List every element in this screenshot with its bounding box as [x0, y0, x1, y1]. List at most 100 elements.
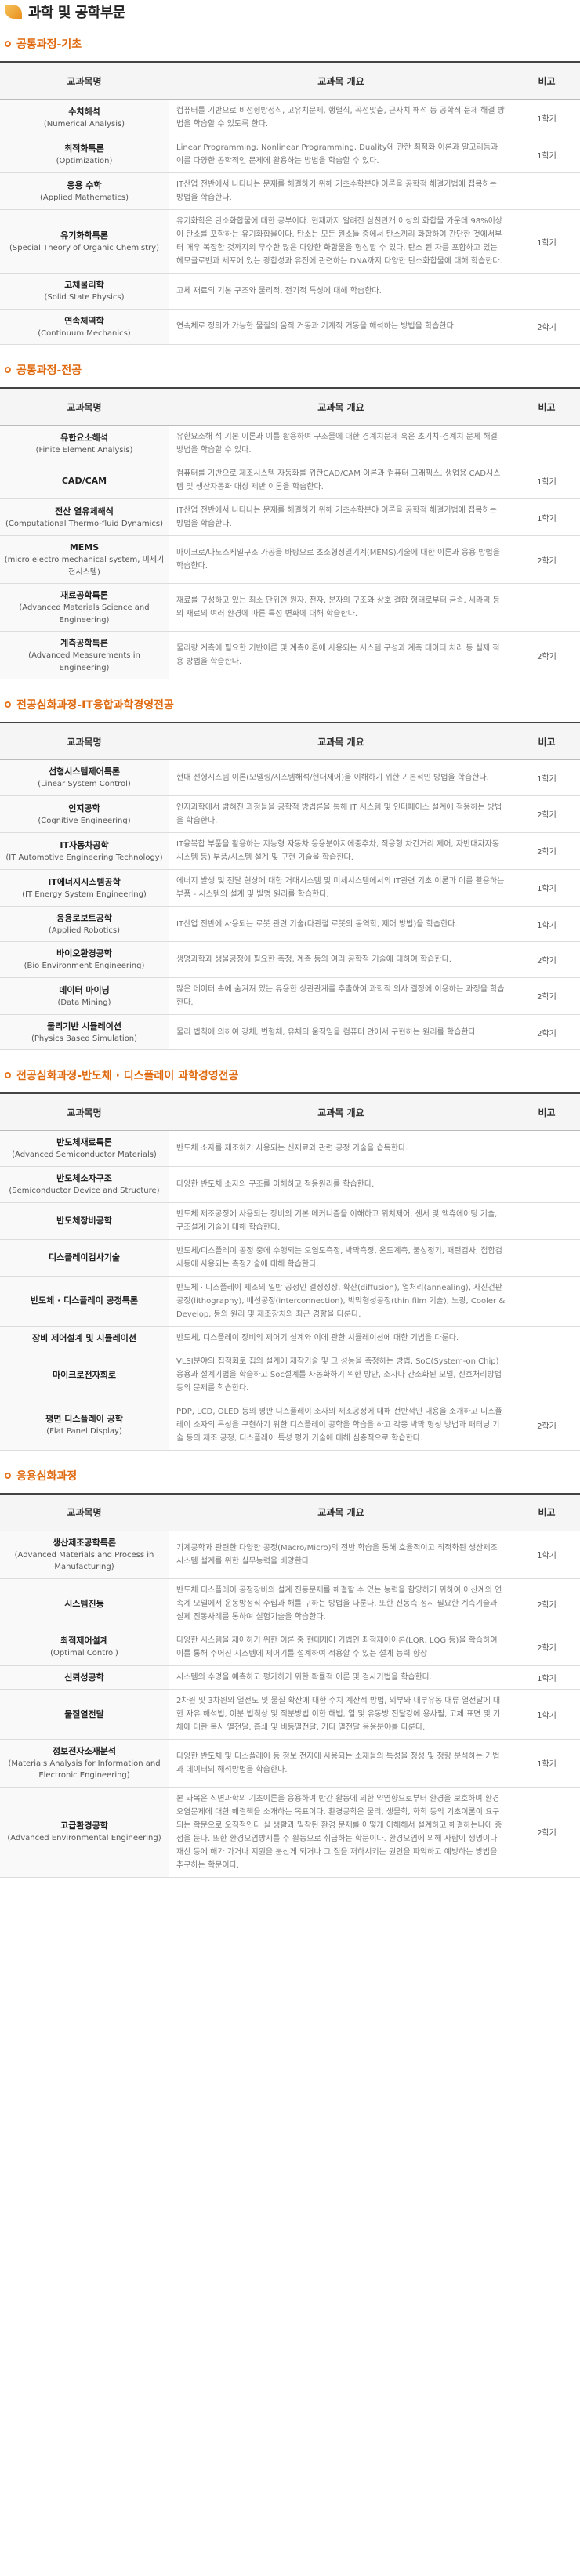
course-description: 인지과학에서 밝혀진 과정들을 공학적 방법론을 통해 IT 시스템 및 인터페…	[169, 795, 513, 833]
course-description: 반도체, 디스플레이 장비의 제어기 설계와 이에 관한 시뮬레이션에 대한 기…	[169, 1326, 513, 1350]
course-name: 유한요소해석	[60, 432, 108, 443]
table-row: 생산제조공학특론 (Advanced Materials and Process …	[0, 1531, 580, 1579]
table-row: MEMS (micro electro mechanical system, 미세…	[0, 535, 580, 585]
course-name-cell: 반도체재료특론 (Advanced Semiconductor Materials…	[0, 1130, 169, 1167]
course-english-name: (Advanced Environmental Engineering)	[7, 1834, 161, 1843]
section-header: 응용심화과정	[5, 1466, 580, 1485]
course-name-cell: 반도체장비공학	[0, 1202, 169, 1240]
course-english-name: (Solid State Physics)	[44, 293, 125, 303]
section-header: 전공심화과정-반도체 · 디스플레이 과학경영전공	[5, 1066, 580, 1085]
course-semester: 2학기	[513, 631, 580, 680]
page: 과학 및 공학부문 공통과정-기초 교과목명 교과목 개요 비고 수치해석 (Numeri…	[0, 0, 580, 1901]
course-sections: 공통과정-기초 교과목명 교과목 개요 비고 수치해석 (Numerical Analys…	[0, 34, 580, 1878]
course-english-name: (Applied Robotics)	[48, 926, 121, 935]
table-header-row: 교과목명 교과목 개요 비고	[0, 1493, 580, 1531]
course-semester	[513, 1326, 580, 1350]
course-description: 많은 데이터 속에 숨겨져 있는 유용한 상관관계를 추출하여 과학적 의사 결…	[169, 977, 513, 1015]
course-semester	[513, 273, 580, 310]
course-english-name: (Special Theory of Organic Chemistry)	[9, 243, 159, 252]
course-english-name: (micro electro mechanical system, 미세기전시스…	[4, 556, 165, 577]
course-name-cell: 연속체역학 (Continuum Mechanics)	[0, 309, 169, 346]
course-name-cell: 수치해석 (Numerical Analysis)	[0, 99, 169, 136]
course-name: 반도체소자구조	[56, 1172, 112, 1183]
table-row: 신뢰성공학 시스템의 수명을 예측하고 평가하기 위한 확률적 이론 및 검사기법…	[0, 1665, 580, 1690]
column-header-subject: 교과목명	[0, 388, 169, 426]
course-semester: 2학기	[513, 1400, 580, 1451]
course-name: 신뢰성공학	[64, 1672, 104, 1683]
table-row: 반도체재료특론 (Advanced Semiconductor Materials…	[0, 1130, 580, 1167]
section-title: 공통과정-기초	[16, 38, 82, 51]
course-english-name: (Physics Based Simulation)	[31, 1034, 138, 1043]
table-header-row: 교과목명 교과목 개요 비고	[0, 723, 580, 761]
column-header-overview: 교과목 개요	[169, 723, 513, 761]
course-english-name: (Finite Element Analysis)	[35, 445, 133, 455]
course-english-name: (IT Energy System Engineering)	[22, 889, 147, 899]
course-description: 생명과학과 생물공정에 필요한 측정, 계측 등의 여러 공학적 기술에 대하여…	[169, 941, 513, 978]
course-semester: 2학기	[513, 1014, 580, 1051]
table-row: 물리기반 시뮬레이션 (Physics Based Simulation) 물리 법…	[0, 1014, 580, 1051]
course-english-name: (Advanced Semiconductor Materials)	[12, 1150, 157, 1160]
course-description: 다양한 시스템을 제어하기 위한 이론 중 현대제어 기법인 최적제어이론(LQ…	[169, 1629, 513, 1666]
course-name: 선형시스템제어특론	[48, 766, 121, 777]
course-english-name: (Optimal Control)	[50, 1649, 118, 1658]
course-table: 교과목명 교과목 개요 비고 수치해석 (Numerical Analysis) 컴퓨터를…	[0, 61, 580, 346]
course-name-cell: 응용 수학 (Applied Mathematics)	[0, 172, 169, 210]
course-description: 다양한 반도체 소자의 구조를 이해하고 적용원리를 학습한다.	[169, 1166, 513, 1203]
course-description: 반도체 제조공정에 사용되는 장비의 기본 메커니즘을 이해하고 위치제어, 센…	[169, 1202, 513, 1240]
course-name: 평면 디스플레이 공학	[45, 1413, 123, 1424]
column-header-subject: 교과목명	[0, 723, 169, 761]
column-header-note: 비고	[513, 1093, 580, 1132]
table-row: IT에너지시스템공학 (IT Energy System Engineering)…	[0, 869, 580, 907]
page-header: 과학 및 공학부문	[0, 0, 580, 24]
table-row: 반도체소자구조 (Semiconductor Device and Structu…	[0, 1166, 580, 1203]
course-name-cell: 전산 열유체해석 (Computational Thermo-fluid Dyna…	[0, 498, 169, 537]
course-semester: 2학기	[513, 977, 580, 1015]
course-name-cell: 유기화학특론 (Special Theory of Organic Chemist…	[0, 209, 169, 274]
column-header-overview: 교과목 개요	[169, 62, 513, 100]
course-name-cell: 최적화특론 (Optimization)	[0, 136, 169, 173]
column-header-note: 비고	[513, 1493, 580, 1531]
table-row: 수치해석 (Numerical Analysis) 컴퓨터를 기반으로 비선형방정식…	[0, 99, 580, 136]
course-description: 반도체 디스플레이 공정장비의 설계 진동문제를 해결할 수 있는 능력을 함양…	[169, 1578, 513, 1629]
course-description: 고체 재료의 기본 구조와 물리적, 전기적 특성에 대해 학습한다.	[169, 273, 513, 310]
course-description: 연속체로 정의가 가능한 물질의 움직 거동과 기계적 거동을 해석하는 방법을…	[169, 309, 513, 346]
circle-bullet-icon	[5, 1472, 11, 1479]
table-row: 반도체 · 디스플레이 공정특론 반도체 · 디스플레이 제조의 일반 공정인 결…	[0, 1276, 580, 1327]
section-title: 전공심화과정-반도체 · 디스플레이 과학경영전공	[16, 1070, 239, 1083]
table-row: 정보전자소재분석 (Materials Analysis for Informat…	[0, 1739, 580, 1788]
table-row: 유한요소해석 (Finite Element Analysis) 유한요소해 석 기…	[0, 425, 580, 463]
table-row: 고체물리학 (Solid State Physics) 고체 재료의 기본 구조와 …	[0, 273, 580, 310]
course-description: IT산업 전반에서 나타나는 문제를 해결하기 위해 기초수학분야 이론을 공학…	[169, 498, 513, 537]
course-semester: 1학기	[513, 209, 580, 274]
course-name: 마이크로전자회로	[53, 1369, 116, 1380]
section-header: 공통과정-기초	[5, 34, 580, 53]
course-description: 반도체 · 디스플레이 제조의 일반 공정인 결정성장, 확산(diffusio…	[169, 1276, 513, 1327]
course-english-name: (Semiconductor Device and Structure)	[9, 1187, 160, 1196]
course-english-name: (Numerical Analysis)	[43, 119, 125, 129]
course-english-name: (Cognitive Engineering)	[38, 816, 131, 825]
course-name: 물질열전달	[64, 1708, 104, 1719]
table-row: IT자동차공학 (IT Automotive Engineering Techno…	[0, 832, 580, 870]
course-description: 유한요소해 석 기본 이론과 이를 활용하여 구조물에 대한 경계치문제 혹은 …	[169, 425, 513, 463]
circle-bullet-icon	[5, 1072, 11, 1079]
table-row: 디스플레이검사기술 반도체/디스플레이 공정 중에 수행되는 오염도측정, 박막측…	[0, 1239, 580, 1277]
column-header-overview: 교과목 개요	[169, 1093, 513, 1132]
course-semester: 1학기	[513, 869, 580, 907]
course-name: 전산 열유체해석	[55, 505, 114, 516]
course-name-cell: 인지공학 (Cognitive Engineering)	[0, 795, 169, 833]
course-english-name: (Advanced Materials and Process in Manuf…	[14, 1550, 154, 1572]
course-name-cell: CAD/CAM	[0, 462, 169, 500]
course-english-name: (Materials Analysis for Information and …	[8, 1759, 161, 1781]
course-english-name: (Continuum Mechanics)	[38, 328, 131, 338]
course-name: 인지공학	[68, 803, 100, 813]
course-semester	[513, 1350, 580, 1400]
course-semester: 1학기	[513, 1531, 580, 1579]
table-row: 인지공학 (Cognitive Engineering) 인지과학에서 밝혀진 과정…	[0, 795, 580, 833]
course-name: 계측공학특론	[60, 638, 108, 649]
course-description: 물리량 계측에 필요한 기반이론 및 계측이론에 사용되는 시스템 구성과 계측…	[169, 631, 513, 680]
course-semester: 2학기	[513, 1629, 580, 1666]
course-name-cell: 정보전자소재분석 (Materials Analysis for Informat…	[0, 1739, 169, 1788]
course-table: 교과목명 교과목 개요 비고 생산제조공학특론 (Advanced Materials …	[0, 1492, 580, 1878]
course-table: 교과목명 교과목 개요 비고 선형시스템제어특론 (Linear System Cont…	[0, 722, 580, 1051]
table-row: 전산 열유체해석 (Computational Thermo-fluid Dyna…	[0, 498, 580, 537]
